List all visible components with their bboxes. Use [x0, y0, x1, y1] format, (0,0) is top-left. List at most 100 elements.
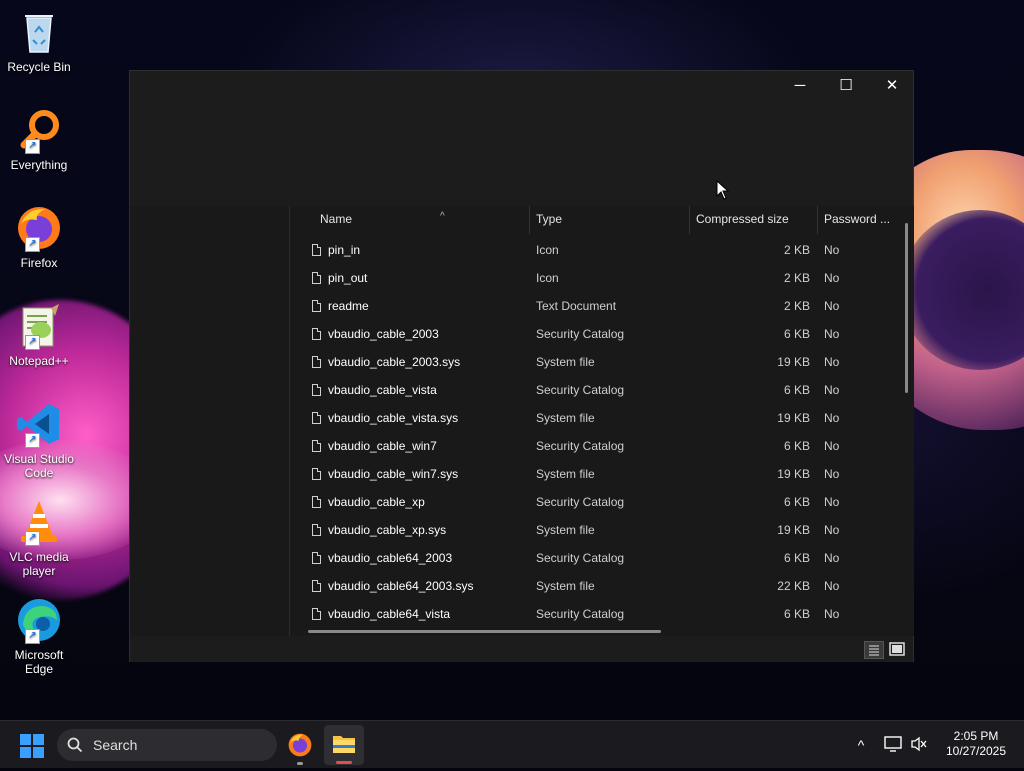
- desktop-icon-vlc[interactable]: ↗ VLC media player: [2, 498, 76, 578]
- shortcut-arrow-icon: ↗: [25, 433, 40, 448]
- file-password-protected: No: [824, 299, 840, 313]
- file-password-protected: No: [824, 607, 840, 621]
- firefox-icon: ↗: [15, 204, 63, 252]
- taskbar: Search ^ 2:05 PM 10/27/2025: [0, 720, 1024, 768]
- maximize-button[interactable]: ☐: [823, 71, 869, 101]
- file-compressed-size: 6 KB: [783, 495, 810, 509]
- vscode-icon: ↗: [15, 400, 63, 448]
- column-header-type[interactable]: Type: [530, 206, 690, 234]
- file-name: vbaudio_cable_2003: [328, 327, 439, 341]
- file-name: vbaudio_cable64_vista: [328, 607, 451, 621]
- file-compressed-size: 6 KB: [783, 327, 810, 341]
- taskbar-search-box[interactable]: Search: [57, 729, 277, 761]
- taskbar-firefox-button[interactable]: [287, 732, 313, 765]
- file-name: vbaudio_cable_2003.sys: [328, 355, 461, 369]
- desktop-icon-label: Firefox: [20, 256, 58, 270]
- file-password-protected: No: [824, 355, 840, 369]
- file-row[interactable]: vbaudio_cable_xp.sys System file 19 KB No: [290, 516, 900, 544]
- file-icon: [312, 244, 321, 256]
- file-compressed-size: 19 KB: [777, 411, 810, 425]
- file-icon: [312, 272, 321, 284]
- file-type: System file: [536, 355, 595, 369]
- file-list-view[interactable]: Name ^ Type Compressed size Password ...…: [290, 206, 914, 636]
- file-row[interactable]: vbaudio_cable_xp Security Catalog 6 KB No: [290, 488, 900, 516]
- file-row[interactable]: vbaudio_cable_win7 Security Catalog 6 KB No: [290, 432, 900, 460]
- file-name: vbaudio_cable64_2003: [328, 551, 453, 565]
- desktop-icon-firefox[interactable]: ↗ Firefox: [2, 204, 76, 270]
- large-icons-view-button[interactable]: [888, 641, 908, 659]
- desktop-icon-notepad-plus-plus[interactable]: ↗ Notepad++: [2, 302, 76, 368]
- file-explorer-icon: [333, 736, 355, 753]
- file-row[interactable]: vbaudio_cable_win7.sys System file 19 KB No: [290, 460, 900, 488]
- close-button[interactable]: ✕: [869, 71, 915, 101]
- running-indicator: [297, 762, 303, 765]
- file-name: pin_out: [328, 271, 368, 285]
- start-button[interactable]: [20, 734, 44, 758]
- mouse-cursor-icon: [716, 180, 730, 200]
- file-type: System file: [536, 523, 595, 537]
- horizontal-scrollbar-thumb[interactable]: [308, 630, 661, 633]
- file-compressed-size: 6 KB: [783, 551, 810, 565]
- column-header-password-label: Password ...: [824, 212, 891, 226]
- system-clock[interactable]: 2:05 PM 10/27/2025: [936, 729, 1016, 759]
- details-view-button[interactable]: [864, 641, 884, 659]
- desktop-icon-recycle-bin[interactable]: Recycle Bin: [2, 8, 76, 74]
- column-header-password[interactable]: Password ...: [818, 206, 902, 234]
- file-password-protected: No: [824, 243, 840, 257]
- column-header-compressed-size-label: Compressed size: [696, 212, 789, 226]
- file-row[interactable]: vbaudio_cable64_2003.sys System file 22 KB…: [290, 572, 900, 600]
- file-password-protected: No: [824, 271, 840, 285]
- file-row[interactable]: vbaudio_cable_vista Security Catalog 6 KB N…: [290, 376, 900, 404]
- active-window-indicator: [336, 761, 352, 764]
- title-bar[interactable]: ─ ☐ ✕: [130, 71, 913, 206]
- volume-muted-icon[interactable]: [906, 721, 932, 769]
- file-row[interactable]: pin_out Icon 2 KB No: [290, 264, 900, 292]
- file-row[interactable]: vbaudio_cable64_2003 Security Catalog 6 KB…: [290, 544, 900, 572]
- desktop-icon-everything[interactable]: ↗ Everything: [2, 106, 76, 172]
- shortcut-arrow-icon: ↗: [25, 237, 40, 252]
- file-name: pin_in: [328, 243, 361, 257]
- file-name: vbaudio_cable64_2003.sys: [328, 579, 474, 593]
- taskbar-file-explorer-button[interactable]: [324, 725, 364, 765]
- file-icon: [312, 384, 321, 396]
- column-header-name[interactable]: Name ^: [314, 206, 530, 234]
- firefox-icon: [288, 733, 312, 757]
- file-icon: [312, 328, 321, 340]
- vertical-scrollbar-thumb[interactable]: [905, 223, 908, 393]
- shortcut-arrow-icon: ↗: [25, 139, 40, 154]
- file-row[interactable]: vbaudio_cable64_vista Security Catalog 6 K…: [290, 600, 900, 628]
- column-header-compressed-size[interactable]: Compressed size: [690, 206, 818, 234]
- navigation-pane[interactable]: [130, 206, 290, 636]
- windows-logo-icon: [20, 734, 44, 758]
- minimize-button[interactable]: ─: [777, 71, 823, 101]
- desktop-icon-label: VLC media player: [9, 550, 69, 578]
- file-compressed-size: 6 KB: [783, 607, 810, 621]
- show-hidden-icons-button[interactable]: ^: [848, 721, 874, 769]
- file-name: vbaudio_cable_xp.sys: [328, 523, 447, 537]
- file-password-protected: No: [824, 551, 840, 565]
- file-type: Security Catalog: [536, 383, 625, 397]
- file-row[interactable]: readme Text Document 2 KB No: [290, 292, 900, 320]
- file-row[interactable]: vbaudio_cable_2003.sys System file 19 KB No: [290, 348, 900, 376]
- notepad-plus-plus-icon: ↗: [15, 302, 63, 350]
- file-password-protected: No: [824, 411, 840, 425]
- file-row[interactable]: vbaudio_cable_vista.sys System file 19 KB N…: [290, 404, 900, 432]
- desktop-icon-vscode[interactable]: ↗ Visual Studio Code: [2, 400, 76, 480]
- desktop-icon-label: Everything: [10, 158, 68, 172]
- file-type: Text Document: [536, 299, 617, 313]
- status-bar: [130, 636, 913, 662]
- file-type: System file: [536, 411, 595, 425]
- desktop-icon-edge[interactable]: ↗ Microsoft Edge: [2, 596, 76, 676]
- file-icon: [312, 580, 321, 592]
- network-icon[interactable]: [880, 721, 906, 769]
- file-compressed-size: 2 KB: [783, 271, 810, 285]
- shortcut-arrow-icon: ↗: [25, 335, 40, 350]
- file-type: Security Catalog: [536, 607, 625, 621]
- search-icon: [67, 737, 83, 753]
- clock-time: 2:05 PM: [953, 729, 999, 743]
- file-type: Security Catalog: [536, 327, 625, 341]
- file-password-protected: No: [824, 327, 840, 341]
- file-row[interactable]: vbaudio_cable_2003 Security Catalog 6 KB No: [290, 320, 900, 348]
- file-row[interactable]: pin_in Icon 2 KB No: [290, 236, 900, 264]
- file-compressed-size: 19 KB: [777, 467, 810, 481]
